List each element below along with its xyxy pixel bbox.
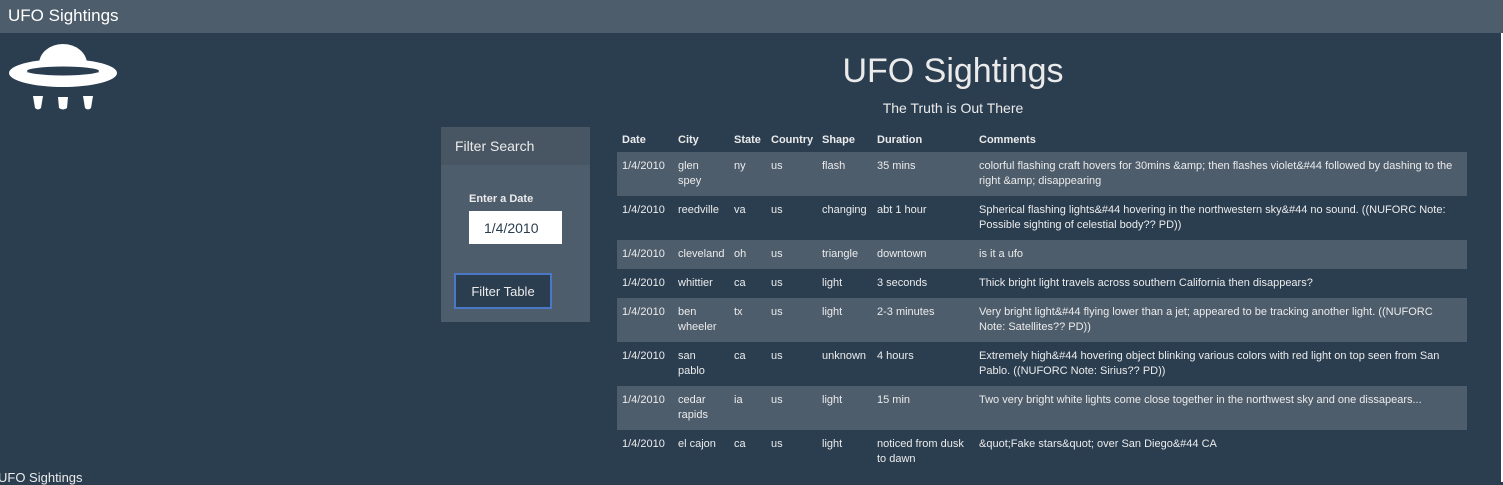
cell-comments: Very bright light&#44 flying lower than … [979,306,1433,333]
cell-shape: triangle [822,248,859,260]
cell-state: ia [734,394,743,406]
navbar: UFO Sightings [0,0,1503,33]
header-country: Country [771,134,814,146]
cell-comments: colorful flashing craft hovers for 30min… [979,160,1453,187]
cell-date: 1/4/2010 [622,350,665,362]
cell-country: us [771,160,783,172]
cell-date: 1/4/2010 [622,394,665,406]
cell-shape: light [822,306,843,318]
cell-duration: 35 mins [877,160,916,172]
cell-duration: noticed from dusk to dawn [877,438,964,465]
cell-city: san pablo [678,350,705,377]
sightings-table-container: Date City State Country Shape Duration C… [617,128,1467,474]
cell-country: us [771,306,783,318]
header-city: City [678,134,699,146]
date-label: Enter a Date [469,193,534,205]
ufo-icon [9,44,117,110]
cell-comments: Thick bright light travels across southe… [979,277,1313,289]
cell-date: 1/4/2010 [622,277,665,289]
table-row: 1/4/2010 san pablo ca us unknown 4 hours… [617,342,1467,386]
cell-shape: light [822,438,843,450]
cell-date: 1/4/2010 [622,306,665,318]
filter-panel: Filter Search Enter a Date Filter Table [441,127,590,322]
cell-state: ca [734,438,746,450]
cell-city: whittier [678,277,713,289]
cell-duration: abt 1 hour [877,204,927,216]
cell-shape: light [822,277,843,289]
table-header-row: Date City State Country Shape Duration C… [617,128,1467,152]
cell-country: us [771,350,783,362]
table-row: 1/4/2010 cleveland oh us triangle downto… [617,240,1467,269]
cell-duration: 4 hours [877,350,914,362]
cell-date: 1/4/2010 [622,160,665,172]
sightings-table: Date City State Country Shape Duration C… [617,128,1467,474]
cell-city: el cajon [678,438,716,450]
header-shape: Shape [822,134,856,146]
header-state: State [734,134,761,146]
cell-state: oh [734,248,747,260]
page-subtitle: The Truth is Out There [882,100,1024,116]
cell-shape: light [822,394,843,406]
cell-city: cedar rapids [678,394,708,421]
cell-date: 1/4/2010 [622,204,665,216]
table-row: 1/4/2010 reedville va us changing abt 1 … [617,196,1467,240]
date-input[interactable] [469,211,562,244]
cell-state: va [734,204,746,216]
cell-date: 1/4/2010 [622,248,665,260]
cell-duration: downtown [877,248,927,260]
cell-state: ca [734,350,746,362]
cell-comments: Spherical flashing lights&#44 hovering i… [979,204,1446,231]
footer-text: UFO Sightings [0,470,83,485]
cell-comments: Extremely high&#44 hovering object blink… [979,350,1440,377]
table-row: 1/4/2010 whittier ca us light 3 seconds … [617,269,1467,298]
cell-comments: Two very bright white lights come close … [979,394,1422,406]
cell-country: us [771,248,783,260]
filter-panel-heading: Filter Search [441,127,590,165]
cell-date: 1/4/2010 [622,438,665,450]
header-comments: Comments [979,134,1036,146]
filter-table-button[interactable]: Filter Table [454,273,552,309]
navbar-brand[interactable]: UFO Sightings [8,6,119,26]
page-title: UFO Sightings [842,52,1064,90]
cell-comments: &quot;Fake stars&quot; over San Diego&#4… [979,438,1217,450]
table-row: 1/4/2010 el cajon ca us light noticed fr… [617,430,1467,474]
cell-shape: unknown [822,350,867,362]
cell-shape: flash [822,160,846,172]
cell-city: ben wheeler [678,306,717,333]
cell-state: ca [734,277,746,289]
cell-country: us [771,277,783,289]
header-duration: Duration [877,134,923,146]
cell-country: us [771,204,783,216]
cell-state: tx [734,306,743,318]
cell-city: cleveland [678,248,725,260]
cell-city: glen spey [678,160,702,187]
cell-shape: changing [822,204,867,216]
table-row: 1/4/2010 ben wheeler tx us light 2-3 min… [617,298,1467,342]
header-date: Date [622,134,646,146]
table-row: 1/4/2010 glen spey ny us flash 35 mins c… [617,152,1467,196]
cell-duration: 2-3 minutes [877,306,935,318]
cell-state: ny [734,160,746,172]
table-row: 1/4/2010 cedar rapids ia us light 15 min… [617,386,1467,430]
cell-country: us [771,438,783,450]
cell-city: reedville [678,204,719,216]
cell-duration: 15 min [877,394,911,406]
cell-country: us [771,394,783,406]
cell-comments: is it a ufo [979,248,1024,260]
cell-duration: 3 seconds [877,277,928,289]
